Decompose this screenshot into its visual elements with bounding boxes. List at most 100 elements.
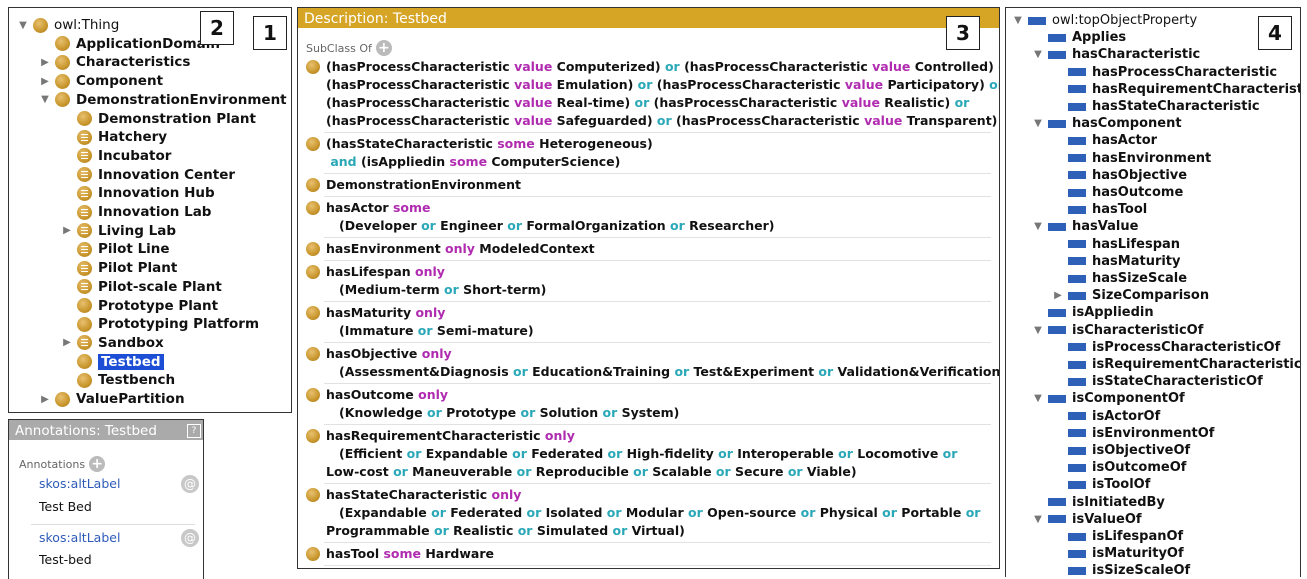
property-tree-row[interactable]: isMaturityOf — [1052, 545, 1184, 562]
property-label[interactable]: hasEnvironment — [1092, 151, 1211, 166]
expand-toggle-icon[interactable]: ▼ — [1032, 118, 1044, 130]
annotation-property[interactable]: skos:altLabel — [39, 530, 120, 545]
property-tree-row[interactable]: isOutcomeOf — [1052, 459, 1186, 476]
class-label[interactable]: Demonstration Plant — [98, 111, 256, 127]
property-label[interactable]: isSizeScaleOf — [1092, 563, 1190, 577]
class-label[interactable]: Innovation Lab — [98, 204, 211, 220]
expand-toggle-icon[interactable]: ▶ — [61, 337, 73, 349]
class-tree-row[interactable]: Pilot Plant — [61, 259, 177, 277]
property-tree-row[interactable]: hasStateCharacteristic — [1052, 98, 1260, 115]
class-tree-row[interactable]: ▶ Component — [39, 72, 163, 90]
class-label[interactable]: Pilot Line — [98, 241, 170, 257]
class-label[interactable]: Component — [76, 73, 163, 89]
property-tree-row[interactable]: isProcessCharacteristicOf — [1052, 339, 1280, 356]
subclass-expression[interactable]: hasEnvironment only ModeledContext — [306, 240, 993, 258]
property-tree-row[interactable]: ▼ hasCharacteristic — [1032, 46, 1200, 63]
property-tree-row[interactable]: isActorOf — [1052, 408, 1160, 425]
subclass-expression[interactable]: (hasProcessCharacteristic value Computer… — [306, 58, 999, 130]
subclass-expression[interactable]: hasStateCharacteristic only (Expandable … — [306, 486, 993, 540]
expand-toggle-icon[interactable]: ▶ — [39, 56, 51, 68]
property-tree-row[interactable]: ▼ hasValue — [1032, 218, 1138, 235]
expand-toggle-icon[interactable]: ▼ — [1032, 393, 1044, 405]
expand-toggle-icon[interactable]: ▼ — [1032, 221, 1044, 233]
property-label[interactable]: isMaturityOf — [1092, 546, 1184, 561]
property-label[interactable]: hasActor — [1092, 133, 1157, 148]
property-label[interactable]: isObjectiveOf — [1092, 443, 1190, 458]
add-annotation-icon[interactable]: + — [89, 456, 106, 472]
class-tree-row[interactable]: ▶ Living Lab — [61, 222, 176, 240]
property-label[interactable]: hasOutcome — [1092, 185, 1183, 200]
subclass-expression[interactable]: isAppliedin some (ComputerScience or Eng… — [326, 568, 993, 569]
annotation-language-icon[interactable]: @ — [181, 475, 199, 493]
property-tree-row[interactable]: isToolOf — [1052, 476, 1150, 493]
property-label[interactable]: isInitiatedBy — [1072, 495, 1165, 510]
class-label[interactable]: Innovation Hub — [98, 185, 215, 201]
class-label[interactable]: Innovation Center — [98, 167, 235, 183]
class-label[interactable]: ApplicationDomain — [76, 36, 220, 52]
help-icon[interactable]: ? — [187, 424, 201, 438]
property-label[interactable]: isEnvironmentOf — [1092, 426, 1214, 441]
property-label[interactable]: isLifespanOf — [1092, 529, 1183, 544]
class-tree-row[interactable]: Innovation Lab — [61, 203, 211, 221]
class-tree-row[interactable]: ▼ owl:Thing — [17, 16, 119, 34]
property-label[interactable]: isActorOf — [1092, 409, 1160, 424]
expand-toggle-icon[interactable]: ▶ — [61, 225, 73, 237]
property-tree-row[interactable]: hasSizeScale — [1052, 270, 1187, 287]
class-label[interactable]: DemonstrationEnvironment — [76, 92, 287, 108]
property-tree-row[interactable]: hasRequirementCharacteristic — [1052, 81, 1300, 98]
subclass-expression[interactable]: DemonstrationEnvironment — [306, 176, 993, 194]
class-label[interactable]: Living Lab — [98, 223, 176, 239]
class-tree-row[interactable]: Testbed — [61, 353, 164, 371]
expand-toggle-icon[interactable]: ▼ — [39, 94, 51, 106]
property-tree-row[interactable]: isInitiatedBy — [1032, 494, 1165, 511]
class-tree-row[interactable]: Innovation Hub — [61, 184, 215, 202]
subclass-expression[interactable]: hasMaturity only (Immature or Semi-matur… — [306, 304, 993, 340]
annotation-property[interactable]: skos:altLabel — [39, 476, 120, 491]
subclass-expression[interactable]: hasObjective only (Assessment&Diagnosis … — [306, 345, 999, 381]
property-tree-row[interactable]: ▶ SizeComparison — [1052, 287, 1209, 304]
class-label[interactable]: Pilot-scale Plant — [98, 279, 222, 295]
property-tree-row[interactable]: hasProcessCharacteristic — [1052, 64, 1277, 81]
property-label[interactable]: isOutcomeOf — [1092, 460, 1186, 475]
subclass-expression[interactable]: hasRequirementCharacteristic only (Effic… — [306, 427, 993, 481]
property-label[interactable]: hasMaturity — [1092, 254, 1181, 269]
property-tree-row[interactable]: hasOutcome — [1052, 184, 1183, 201]
expand-toggle-icon[interactable]: ▶ — [1052, 290, 1064, 302]
property-label[interactable]: owl:topObjectProperty — [1052, 13, 1197, 28]
class-label[interactable]: Hatchery — [98, 129, 167, 145]
property-label[interactable]: Applies — [1072, 30, 1126, 45]
class-label[interactable]: owl:Thing — [54, 17, 119, 33]
class-label[interactable]: Sandbox — [98, 335, 164, 351]
property-label[interactable]: isRequirementCharacteristicOf — [1092, 357, 1300, 372]
property-label[interactable]: isAppliedin — [1072, 305, 1154, 320]
property-label[interactable]: isToolOf — [1092, 477, 1150, 492]
class-label[interactable]: Testbench — [98, 372, 175, 388]
property-tree-row[interactable]: hasLifespan — [1052, 236, 1180, 253]
property-tree-row[interactable]: hasActor — [1052, 132, 1157, 149]
property-label[interactable]: isComponentOf — [1072, 391, 1185, 406]
class-tree-row[interactable]: ▼ DemonstrationEnvironment — [39, 91, 287, 109]
expand-toggle-icon[interactable]: ▼ — [17, 19, 29, 31]
property-tree-row[interactable]: Applies — [1032, 29, 1126, 46]
property-label[interactable]: hasSizeScale — [1092, 271, 1187, 286]
property-label[interactable]: hasLifespan — [1092, 237, 1180, 252]
property-label[interactable]: isStateCharacteristicOf — [1092, 374, 1263, 389]
class-tree-row[interactable]: Incubator — [61, 147, 171, 165]
property-tree-row[interactable]: ▼ owl:topObjectProperty — [1012, 12, 1197, 29]
class-tree-row[interactable]: Testbench — [61, 371, 175, 389]
expand-toggle-icon[interactable]: ▶ — [39, 393, 51, 405]
expand-toggle-icon[interactable]: ▼ — [1032, 513, 1044, 525]
class-tree-row[interactable]: Innovation Center — [61, 166, 235, 184]
class-tree-row[interactable]: Pilot-scale Plant — [61, 278, 222, 296]
class-tree-row[interactable]: ApplicationDomain — [39, 35, 220, 53]
expand-toggle-icon[interactable]: ▼ — [1032, 49, 1044, 61]
class-tree-row[interactable]: ▶ Characteristics — [39, 53, 190, 71]
property-tree-row[interactable]: isEnvironmentOf — [1052, 425, 1214, 442]
property-label[interactable]: hasObjective — [1092, 168, 1187, 183]
property-label[interactable]: isProcessCharacteristicOf — [1092, 340, 1280, 355]
class-label[interactable]: Incubator — [98, 148, 171, 164]
property-tree-row[interactable]: hasTool — [1052, 201, 1147, 218]
add-superclass-icon[interactable]: + — [375, 40, 392, 56]
class-tree-row[interactable]: Demonstration Plant — [61, 110, 256, 128]
property-tree-row[interactable]: ▼ isCharacteristicOf — [1032, 322, 1203, 339]
